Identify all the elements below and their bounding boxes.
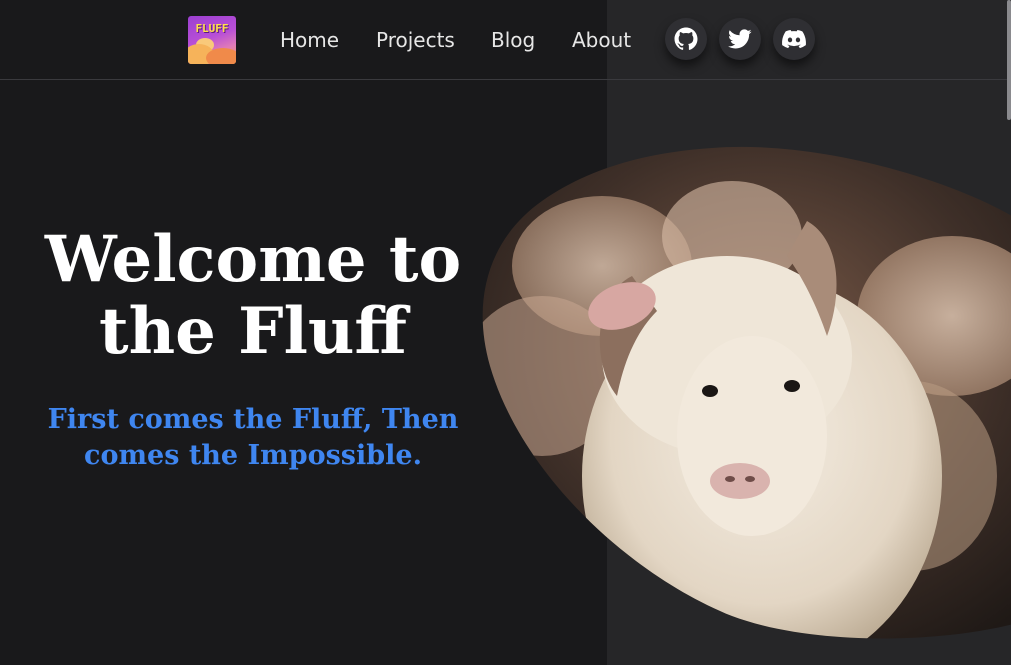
nav-link-about[interactable]: About (572, 28, 631, 52)
logo-text: FLUFF (195, 22, 229, 35)
site-logo[interactable]: FLUFF (188, 16, 236, 64)
navbar: FLUFF Home Projects Blog About (0, 0, 1011, 80)
hero-subtitle-line: comes the Impossible. (84, 440, 422, 471)
twitter-icon (728, 29, 752, 49)
hero-subtitle-line: First comes the Fluff, Then (47, 404, 459, 435)
nav-link-blog[interactable]: Blog (491, 28, 535, 52)
hero-title-line: the Fluff (99, 294, 407, 369)
github-button[interactable] (665, 18, 707, 60)
scrollbar[interactable] (1007, 0, 1011, 120)
logo-cloud (206, 48, 236, 64)
hero-title: Welcome to the Fluff (30, 224, 476, 368)
hero-title-line: Welcome to (44, 222, 462, 297)
github-icon (674, 27, 698, 50)
nav-link-projects[interactable]: Projects (376, 28, 455, 52)
hero-sheep-image (482, 146, 1011, 639)
discord-button[interactable] (773, 18, 815, 60)
hero-subtitle: First comes the Fluff, Then comes the Im… (40, 402, 466, 474)
discord-icon (782, 30, 806, 49)
twitter-button[interactable] (719, 18, 761, 60)
nav-link-home[interactable]: Home (280, 28, 339, 52)
